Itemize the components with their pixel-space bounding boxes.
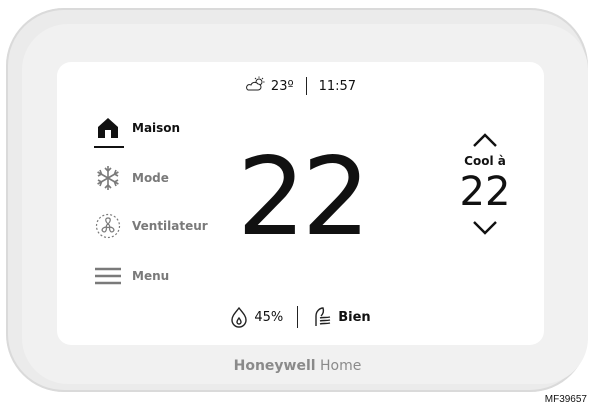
nav-item-mode[interactable]: Mode [94,164,169,192]
air-quality-icon [312,306,332,328]
brand-name-light: Home [320,358,362,374]
increase-setpoint-button[interactable] [450,132,520,148]
nav-item-menu[interactable]: Menu [94,262,169,290]
status-bar: 23º 11:57 [57,74,544,98]
home-icon [94,114,122,142]
brand-name-bold: Honeywell [233,358,316,374]
indoor-status-bar: 45% Bien [57,305,544,329]
nav-label-maison: Maison [132,121,181,135]
current-temperature: 22 [237,135,370,260]
humidity-icon [230,306,248,328]
nav-label-menu: Menu [132,269,170,283]
menu-icon [94,262,122,290]
setpoint-label: Cool à [464,154,506,168]
chevron-up-icon [473,133,497,147]
outdoor-temperature: 23º [270,78,294,94]
fan-icon [94,212,122,240]
humidity-value: 45% [254,309,284,325]
status-divider [305,77,307,95]
air-quality-value: Bien [338,309,371,325]
clock: 11:57 [318,78,357,94]
setpoint-control: Cool à 22 [450,132,520,236]
bottom-divider [297,306,299,328]
nav-label-mode: Mode [132,171,169,185]
partly-cloudy-icon [245,76,271,96]
chevron-down-icon [473,221,497,235]
active-nav-indicator [94,146,124,148]
brand-logo: Honeywell Home [0,358,595,374]
figure-code: MF39657 [544,394,587,405]
nav-item-ventilateur[interactable]: Ventilateur [94,212,208,240]
setpoint-value: 22 [459,169,511,215]
snowflake-icon [94,164,122,192]
thermostat-screen: 23º 11:57 Maison Mode Ventilateur Menu 2… [57,62,544,345]
nav-label-ventilateur: Ventilateur [132,219,208,233]
decrease-setpoint-button[interactable] [450,220,520,236]
nav-item-maison[interactable]: Maison [94,114,180,142]
